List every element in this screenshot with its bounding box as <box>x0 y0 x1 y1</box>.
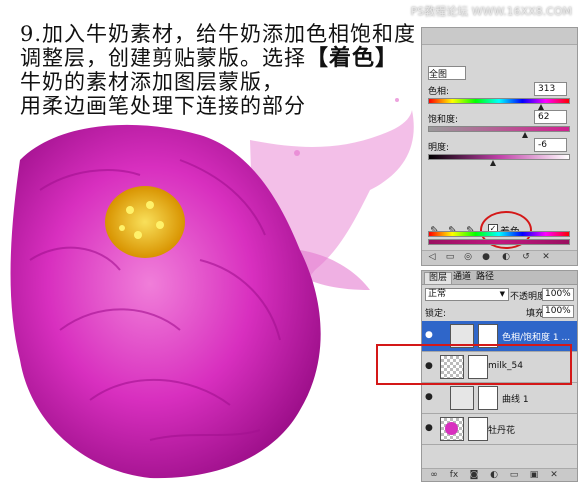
hue-label: 色相: <box>428 87 450 97</box>
new-group-icon[interactable]: ▭ <box>508 470 520 481</box>
back-icon[interactable]: ◁ <box>426 252 438 263</box>
delete-adjustment-icon[interactable]: ✕ <box>540 252 552 263</box>
input-color-bar <box>428 231 570 237</box>
layer-row-curves[interactable]: ● 曲线 1 <box>422 383 577 414</box>
edit-range-select[interactable]: 全图 <box>428 66 466 80</box>
blend-mode-value: 正常 <box>428 289 447 299</box>
trash-icon[interactable]: ✕ <box>548 470 560 481</box>
new-layer-icon[interactable]: ▣ <box>528 470 540 481</box>
previous-state-icon[interactable]: ◐ <box>500 252 512 263</box>
saturation-label: 饱和度: <box>428 115 459 125</box>
peony-layer-thumbnail <box>440 417 464 441</box>
caption-line-2-text: 调整层，创建剪贴蒙版。选择 <box>20 46 306 70</box>
opacity-input[interactable]: 100% <box>542 288 574 301</box>
edit-range-value: 全图 <box>429 70 448 80</box>
layer-row-peony[interactable]: ● 牡丹花 <box>422 414 577 445</box>
clip-layer-icon[interactable]: ◎ <box>462 252 474 263</box>
link-layers-icon[interactable]: ∞ <box>428 470 440 481</box>
adjustment-layer-icon[interactable]: ◐ <box>488 470 500 481</box>
visibility-icon[interactable]: ● <box>480 252 492 263</box>
layer-mask-thumbnail <box>468 417 488 441</box>
caption-highlight-colorize: 【着色】 <box>306 45 399 71</box>
chevron-down-icon: ▼ <box>499 290 505 298</box>
eye-icon[interactable]: ● <box>425 392 435 402</box>
site-watermark: PS教程论坛 WWW.16XX8.COM <box>410 5 572 18</box>
layers-panel-tabs: 图层 通道 路径 <box>422 271 577 285</box>
adjustments-toolbar: ◁ ▭ ◎ ● ◐ ↺ ✕ <box>422 250 577 265</box>
milk-layer-highlight-box <box>376 344 572 385</box>
lock-label: 锁定: <box>425 309 447 319</box>
lightness-input[interactable]: -6 <box>534 138 567 152</box>
add-mask-icon[interactable]: ◙ <box>468 470 480 481</box>
saturation-slider[interactable] <box>428 126 570 132</box>
lightness-label: 明度: <box>428 143 450 153</box>
adjustments-panel-header <box>422 28 577 45</box>
hue-input[interactable]: 313 <box>534 82 567 96</box>
layer-name: 牡丹花 <box>488 426 516 436</box>
eye-icon[interactable]: ● <box>425 423 435 433</box>
tab-paths[interactable]: 路径 <box>472 272 498 283</box>
layers-toolbar: ∞ fx ◙ ◐ ▭ ▣ ✕ <box>422 468 577 481</box>
layer-mask-thumbnail <box>478 386 498 410</box>
layer-view-icon[interactable]: ▭ <box>444 252 456 263</box>
hue-saturation-panel: 全图 色相: 313 饱和度: 62 明度: -6 ✎ ✎ ✎ ✓ 着色 ◁ ▭… <box>421 27 578 266</box>
saturation-slider-thumb[interactable] <box>522 132 528 138</box>
eye-icon[interactable]: ● <box>425 330 435 340</box>
output-color-bar <box>428 239 570 245</box>
tab-layers[interactable]: 图层 <box>424 272 453 284</box>
lightness-slider-thumb[interactable] <box>490 160 496 166</box>
reset-icon[interactable]: ↺ <box>520 252 532 263</box>
layer-name: 曲线 1 <box>502 395 529 405</box>
layer-name: 色相/饱和度 1 ... <box>502 333 571 343</box>
hue-slider[interactable] <box>428 98 570 104</box>
saturation-input[interactable]: 62 <box>534 110 567 124</box>
blend-mode-select[interactable]: 正常 ▼ <box>425 288 509 301</box>
fill-input[interactable]: 100% <box>542 305 574 318</box>
curves-thumbnail <box>450 386 474 410</box>
layer-style-icon[interactable]: fx <box>448 470 460 481</box>
lightness-slider[interactable] <box>428 154 570 160</box>
